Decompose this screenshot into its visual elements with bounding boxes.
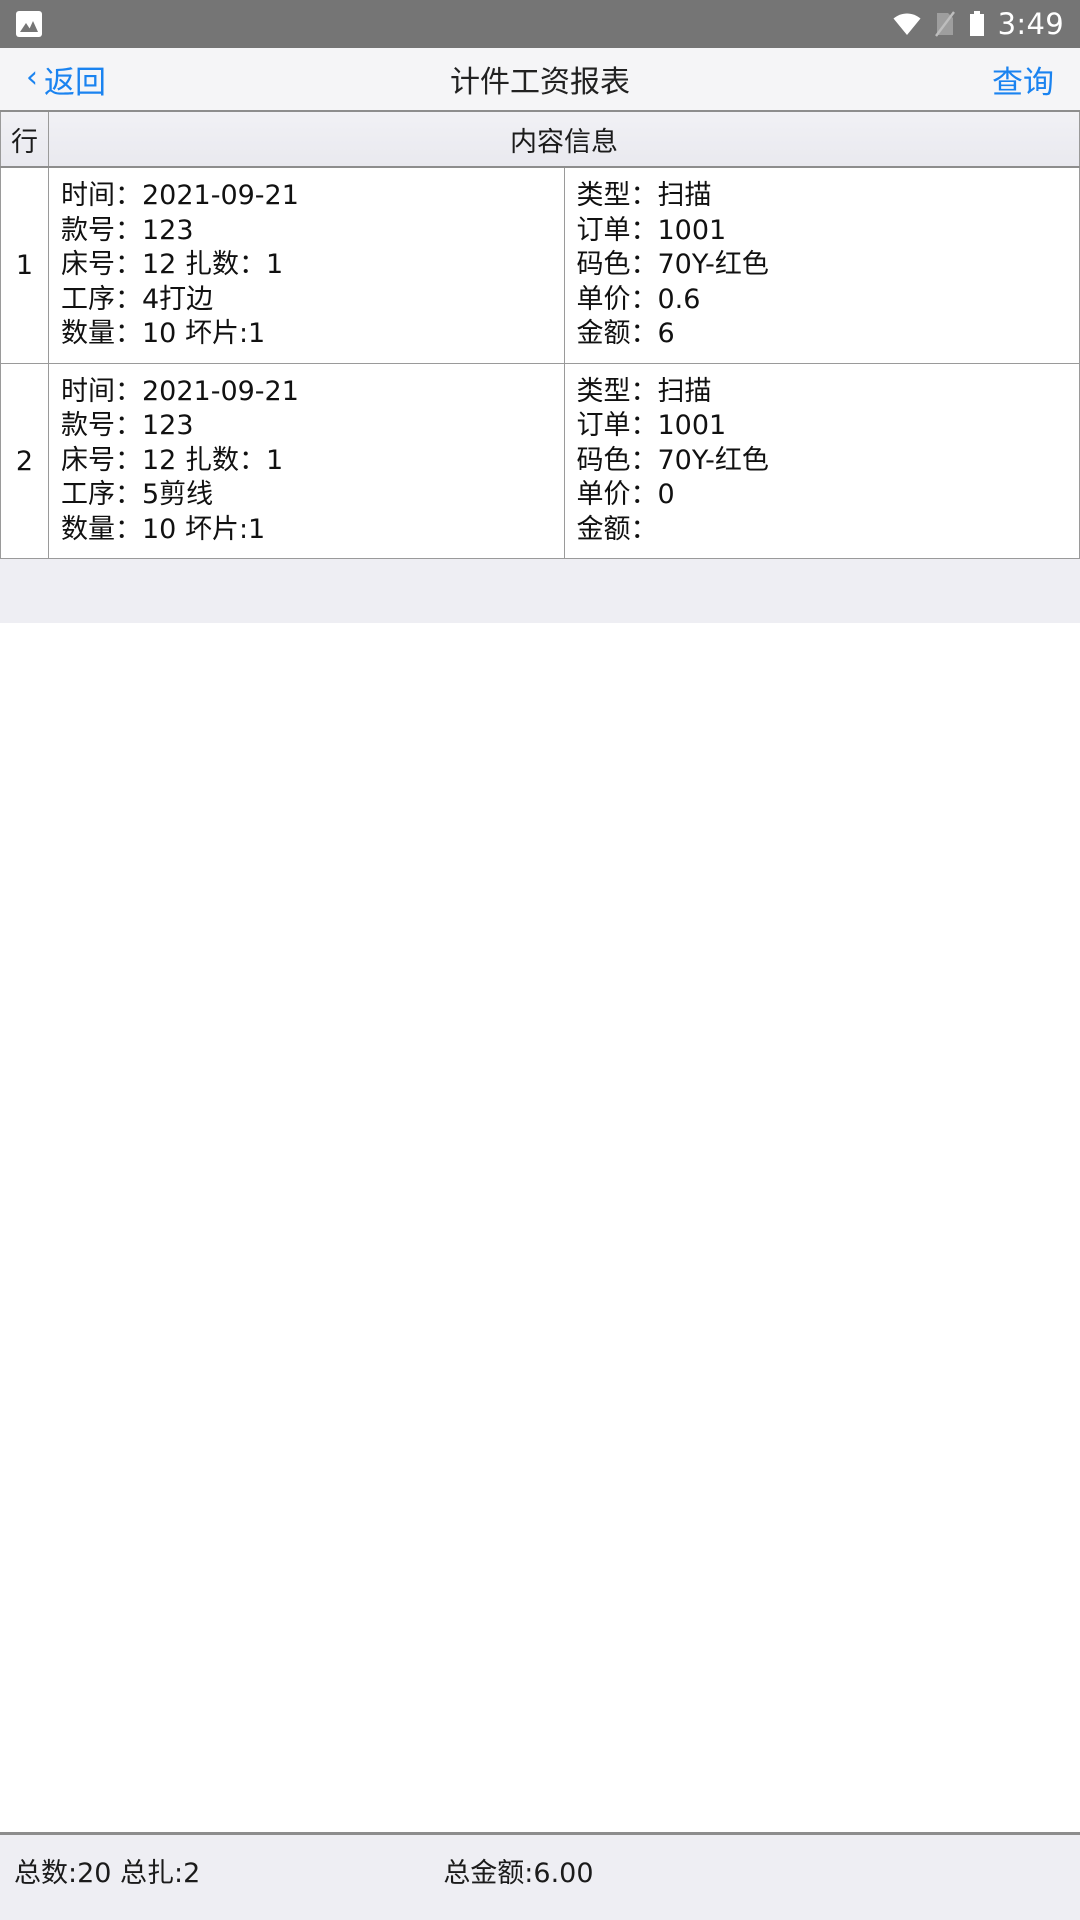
row-field-order: 订单：1001 — [576, 214, 727, 246]
row-index: 2 — [0, 362, 49, 560]
wifi-icon — [892, 11, 922, 37]
footer-totals-count: 总数:20 总扎:2 — [14, 1858, 201, 1889]
header-index: 行 — [0, 110, 49, 168]
table-row[interactable]: 2 时间：2021-09-21 款号：123 床号：12 扎数：1 工序：5剪线… — [0, 362, 1080, 560]
row-field-style: 款号：123 — [61, 214, 194, 246]
battery-icon — [968, 10, 986, 38]
row-field-bed-bundle: 床号：12 扎数：1 — [61, 444, 284, 476]
list-empty-filler — [0, 559, 1080, 625]
chevron-left-icon: ‹ — [26, 60, 38, 95]
row-field-order: 订单：1001 — [576, 410, 727, 442]
row-field-type: 类型：扫描 — [576, 375, 712, 407]
row-field-bed-bundle: 床号：12 扎数：1 — [61, 249, 284, 281]
row-field-unit-price: 单价：0 — [576, 479, 675, 511]
status-bar: 3:49 — [0, 0, 1080, 48]
photo-notification-icon — [16, 11, 42, 37]
status-bar-right: 3:49 — [892, 7, 1080, 41]
row-field-style: 款号：123 — [61, 410, 194, 442]
summary-footer: 总数:20 总扎:2 总金额:6.00 — [0, 1832, 1080, 1920]
row-field-process: 工序：5剪线 — [61, 479, 214, 511]
row-right-details: 类型：扫描 订单：1001 码色：70Y-红色 单价：0.6 金额：6 — [563, 166, 1080, 364]
row-field-quantity: 数量：10 坏片:1 — [61, 513, 266, 545]
header-content: 内容信息 — [48, 110, 1080, 168]
footer-totals-amount: 总金额:6.00 — [443, 1858, 594, 1889]
row-field-amount: 金额： — [576, 513, 658, 545]
table-row[interactable]: 1 时间：2021-09-21 款号：123 床号：12 扎数：1 工序：4打边… — [0, 166, 1080, 364]
status-bar-left — [0, 11, 42, 37]
row-field-process: 工序：4打边 — [61, 283, 214, 315]
row-index: 1 — [0, 166, 49, 364]
report-table: 行 内容信息 1 时间：2021-09-21 款号：123 床号：12 扎数：1… — [0, 110, 1080, 560]
row-field-quantity: 数量：10 坏片:1 — [61, 318, 266, 350]
table-body: 1 时间：2021-09-21 款号：123 床号：12 扎数：1 工序：4打边… — [0, 166, 1080, 560]
table-header-row: 行 内容信息 — [0, 110, 1080, 168]
row-field-size-color: 码色：70Y-红色 — [576, 249, 769, 281]
row-field-time: 时间：2021-09-21 — [61, 375, 299, 407]
report-table-container: 行 内容信息 1 时间：2021-09-21 款号：123 床号：12 扎数：1… — [0, 110, 1080, 560]
row-field-type: 类型：扫描 — [576, 180, 712, 211]
row-field-amount: 金额：6 — [576, 318, 675, 350]
row-left-details: 时间：2021-09-21 款号：123 床号：12 扎数：1 工序：4打边 数… — [48, 166, 565, 364]
back-button-label: 返回 — [44, 64, 106, 101]
row-field-unit-price: 单价：0.6 — [576, 283, 701, 315]
row-field-size-color: 码色：70Y-红色 — [576, 444, 769, 476]
row-left-details: 时间：2021-09-21 款号：123 床号：12 扎数：1 工序：5剪线 数… — [48, 362, 565, 560]
status-bar-clock: 3:49 — [997, 7, 1064, 41]
back-button[interactable]: ‹ 返回 — [0, 57, 106, 102]
navigation-bar: ‹ 返回 计件工资报表 查询 — [0, 48, 1080, 110]
no-sim-icon — [934, 10, 956, 38]
page-title: 计件工资报表 — [450, 65, 630, 100]
table-header: 行 内容信息 — [0, 110, 1080, 168]
row-field-time: 时间：2021-09-21 — [61, 180, 299, 211]
query-button[interactable]: 查询 — [992, 57, 1080, 102]
row-right-details: 类型：扫描 订单：1001 码色：70Y-红色 单价：0 金额： — [563, 362, 1080, 560]
